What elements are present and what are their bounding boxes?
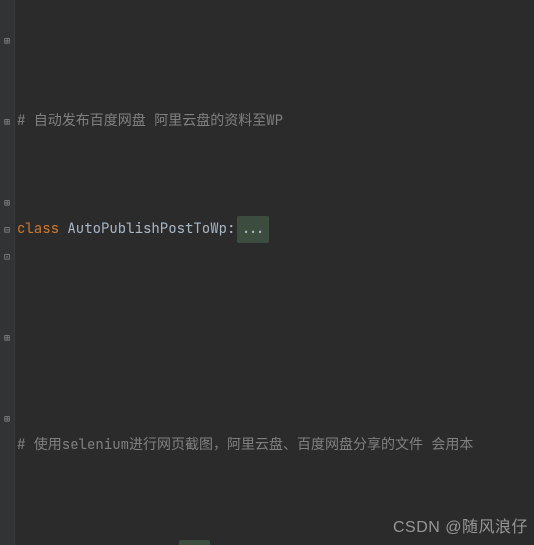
fold-expand-icon[interactable]: ⊞: [2, 198, 12, 208]
gutter: ⊞ ⊞ ⊞ ⊟ ⊡ ⊞ ⊞: [0, 0, 15, 545]
fold-expand-icon[interactable]: ⊞: [2, 117, 12, 127]
fold-ellipsis[interactable]: ...: [179, 540, 210, 545]
class-name: SharePicUtil: [67, 540, 168, 545]
colon: :: [168, 540, 176, 545]
keyword-class: class: [17, 540, 59, 545]
fold-expand-icon[interactable]: ⊞: [2, 414, 12, 424]
colon: :: [227, 216, 235, 243]
fold-collapse-icon[interactable]: ⊟: [2, 225, 12, 235]
watermark: CSDN @随风浪仔: [393, 514, 528, 541]
code-line: class AutoPublishPostToWp:...: [17, 216, 534, 243]
keyword-class: class: [17, 216, 59, 243]
code-area[interactable]: # 自动发布百度网盘 阿里云盘的资料至WP class AutoPublishP…: [15, 0, 534, 545]
code-line: # 使用selenium进行网页截图，阿里云盘、百度网盘分享的文件 会用本: [17, 432, 534, 459]
class-name: AutoPublishPostToWp: [67, 216, 227, 243]
fold-expand-icon[interactable]: ⊞: [2, 36, 12, 46]
code-editor[interactable]: ⊞ ⊞ ⊞ ⊟ ⊡ ⊞ ⊞ # 自动发布百度网盘 阿里云盘的资料至WP clas…: [0, 0, 534, 545]
fold-expand-icon[interactable]: ⊞: [2, 333, 12, 343]
code-line-blank: [17, 324, 534, 351]
comment: # 使用selenium进行网页截图，阿里云盘、百度网盘分享的文件 会用本: [17, 432, 473, 459]
comment: # 自动发布百度网盘 阿里云盘的资料至WP: [17, 108, 283, 135]
fold-end-icon[interactable]: ⊡: [2, 252, 12, 262]
code-line: # 自动发布百度网盘 阿里云盘的资料至WP: [17, 108, 534, 135]
fold-ellipsis[interactable]: ...: [237, 216, 268, 243]
code-line: class SharePicUtil:...: [17, 540, 534, 545]
